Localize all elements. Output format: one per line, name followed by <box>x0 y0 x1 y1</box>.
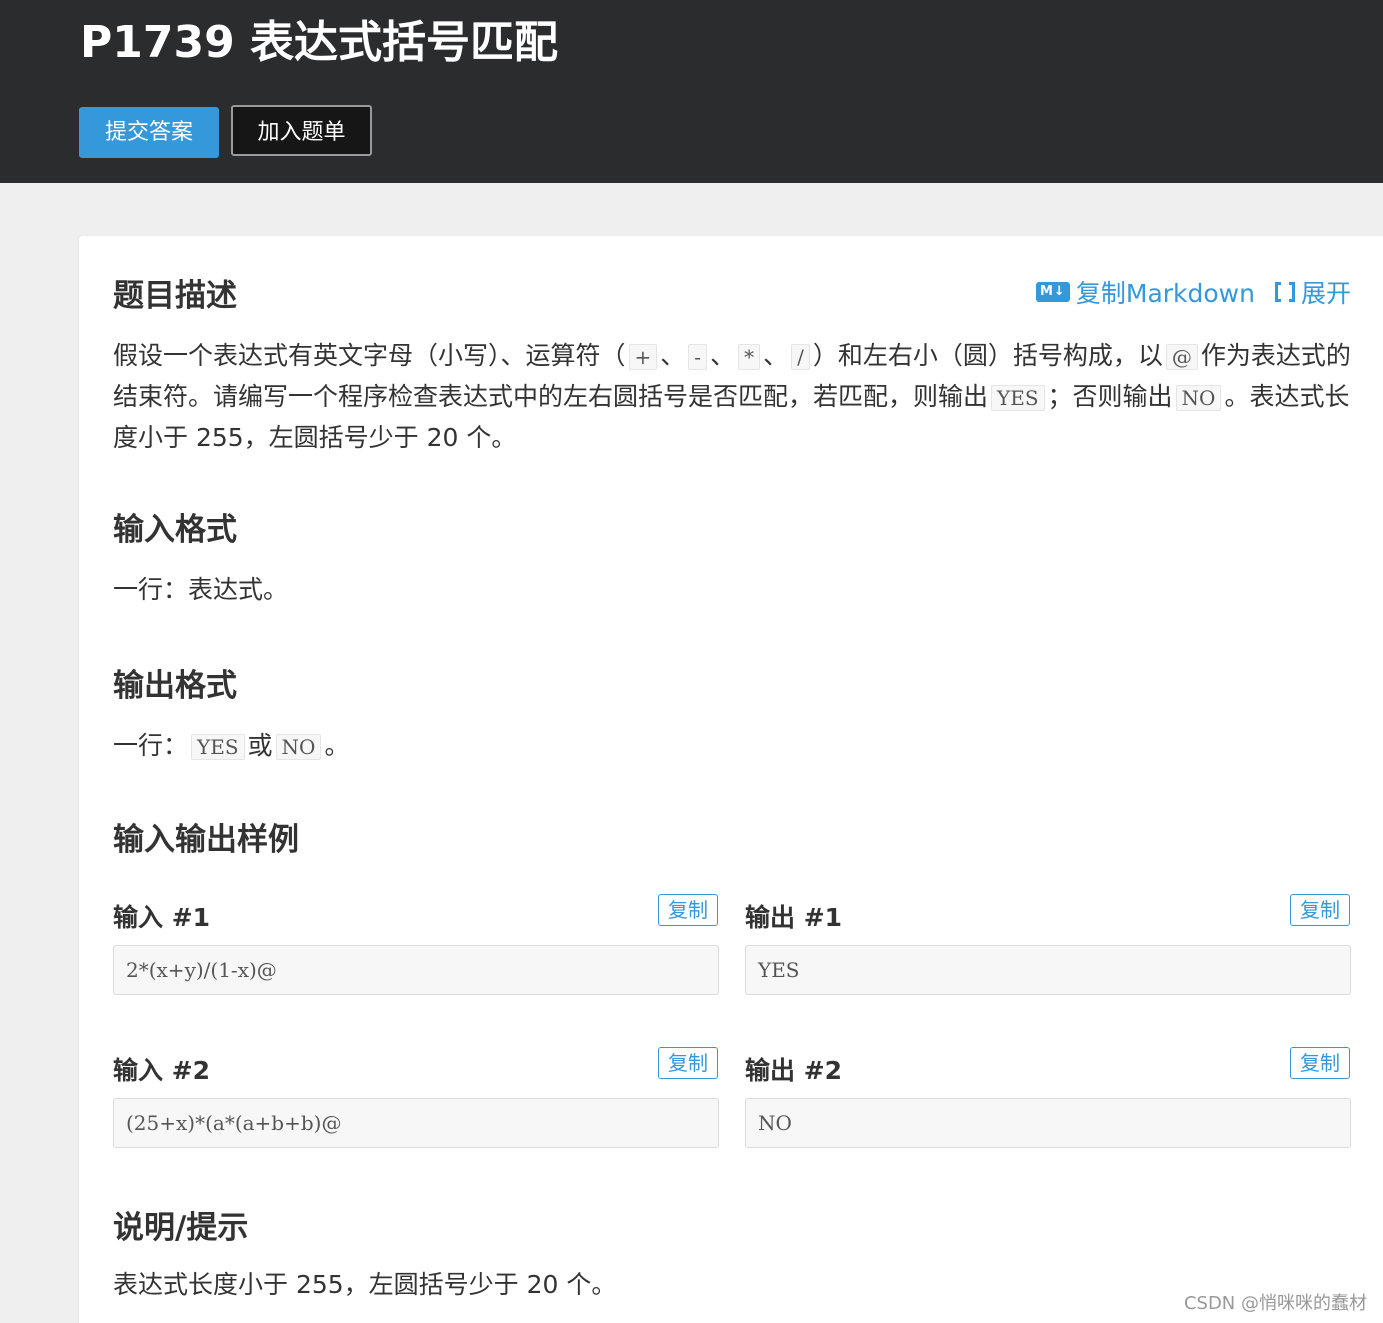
copy-markdown-label: 复制Markdown <box>1075 279 1255 308</box>
submit-answer-button[interactable]: 提交答案 <box>79 107 219 158</box>
text-fragment: 或 <box>247 731 273 760</box>
sample-input-title: 输入 #2 <box>113 1056 211 1085</box>
sample-input-2[interactable]: (25+x)*(a*(a+b+b)@ <box>113 1098 719 1148</box>
copy-markdown-link[interactable]: M↓ 复制Markdown <box>1035 274 1255 310</box>
expand-icon <box>1274 282 1295 302</box>
inline-code: - <box>688 344 708 370</box>
sample-input-1[interactable]: 2*(x+y)/(1-x)@ <box>113 945 719 995</box>
hint-text: 表达式长度小于 255，左圆括号少于 20 个。 <box>113 1270 617 1299</box>
text-fragment: ）和左右小（圆）括号构成，以 <box>812 341 1163 370</box>
copy-input-1-button[interactable]: 复制 <box>658 894 718 926</box>
samples-heading: 输入输出样例 <box>113 822 299 858</box>
inline-code: @ <box>1165 344 1198 370</box>
output-format-heading: 输出格式 <box>113 668 237 704</box>
sample-output-title: 输出 #2 <box>745 1056 843 1085</box>
output-format-text: 一行： YES 或 NO。 <box>113 726 349 767</box>
problem-card: M↓ 复制Markdown 展开 题目描述 假设一个表达式有英文字母（小写）、运… <box>79 236 1383 1323</box>
inline-code: / <box>791 344 810 370</box>
description-heading: 题目描述 <box>113 278 237 314</box>
input-format-heading: 输入格式 <box>113 512 237 548</box>
toolbar: M↓ 复制Markdown 展开 <box>1035 274 1351 310</box>
watermark: CSDN @悄咪咪的蠢材 <box>1183 1293 1367 1314</box>
input-format-text: 一行：表达式。 <box>113 575 289 604</box>
sample-output-title: 输出 #1 <box>745 903 843 932</box>
text-fragment: ；否则输出 <box>1047 382 1173 411</box>
description-text: 假设一个表达式有英文字母（小写）、运算符（ +、 -、 *、 / ）和左右小（圆）括号构成… <box>113 336 1353 458</box>
text-fragment: 。 <box>324 731 350 760</box>
text-fragment: 假设一个表达式有英文字母（小写）、运算符（ <box>113 341 626 370</box>
inline-code: YES <box>991 385 1045 411</box>
add-to-list-button[interactable]: 加入题单 <box>231 105 372 156</box>
sample-output-1[interactable]: YES <box>745 945 1351 995</box>
header-bar: P1739 表达式括号匹配 提交答案 加入题单 <box>0 0 1383 183</box>
inline-code: + <box>628 344 658 370</box>
inline-code: NO <box>275 734 322 760</box>
copy-input-2-button[interactable]: 复制 <box>658 1047 718 1079</box>
expand-link[interactable]: 展开 <box>1255 274 1351 310</box>
inline-code: * <box>738 344 761 370</box>
expand-label: 展开 <box>1300 279 1351 308</box>
hint-heading: 说明/提示 <box>113 1210 249 1246</box>
inline-code: NO <box>1175 385 1222 411</box>
text-fragment: 、 <box>763 341 789 370</box>
sample-input-title: 输入 #1 <box>113 903 211 932</box>
page-title: P1739 表达式括号匹配 <box>80 17 559 68</box>
copy-output-1-button[interactable]: 复制 <box>1290 894 1350 926</box>
text-fragment: 、 <box>710 341 736 370</box>
sample-output-2[interactable]: NO <box>745 1098 1351 1148</box>
text-fragment: 一行： <box>113 731 189 760</box>
copy-output-2-button[interactable]: 复制 <box>1290 1047 1350 1079</box>
inline-code: YES <box>191 734 245 760</box>
text-fragment: 、 <box>660 341 686 370</box>
markdown-icon: M↓ <box>1035 282 1070 302</box>
